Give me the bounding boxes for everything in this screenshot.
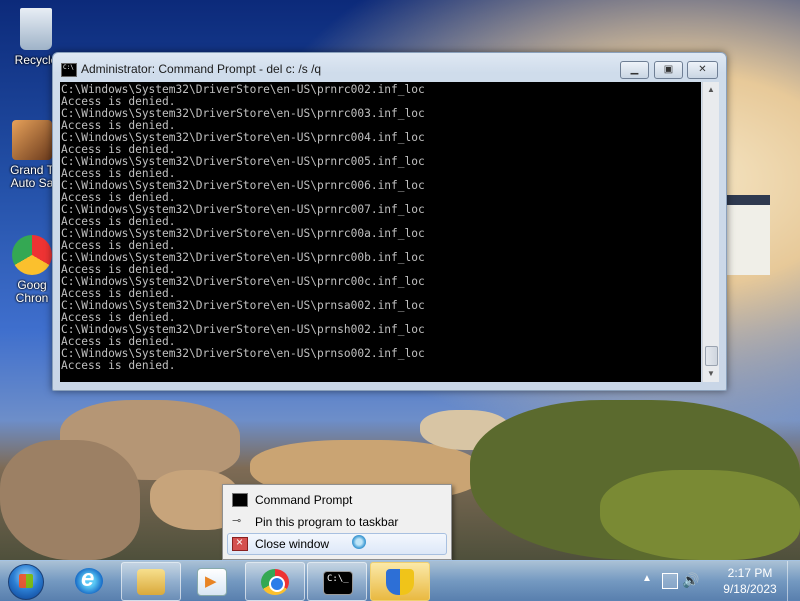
network-icon[interactable] bbox=[662, 573, 678, 589]
clock[interactable]: 2:17 PM 9/18/2023 bbox=[710, 565, 790, 597]
close-button[interactable]: ✕ bbox=[687, 61, 718, 79]
taskbar-chrome[interactable] bbox=[245, 562, 305, 601]
chrome-icon bbox=[261, 569, 289, 595]
folder-icon bbox=[137, 569, 165, 595]
taskbar-internet-explorer[interactable] bbox=[60, 562, 118, 599]
chrome-icon bbox=[12, 235, 52, 275]
taskbar: ▲ 🔊 2:17 PM 9/18/2023 bbox=[0, 560, 800, 601]
jump-list-close-window[interactable]: Close window bbox=[227, 533, 447, 555]
taskbar-security-center[interactable] bbox=[370, 562, 430, 601]
trash-icon bbox=[20, 8, 52, 50]
jump-list-pin[interactable]: ⊸ Pin this program to taskbar bbox=[228, 512, 446, 532]
maximize-button[interactable]: ▣ bbox=[654, 61, 683, 79]
jump-list-label: Close window bbox=[255, 537, 330, 551]
media-player-icon bbox=[197, 568, 227, 596]
taskbar-jump-list: Command Prompt ⊸ Pin this program to tas… bbox=[222, 484, 452, 560]
busy-cursor-icon bbox=[352, 535, 366, 549]
jump-list-label: Pin this program to taskbar bbox=[255, 515, 399, 529]
scroll-thumb[interactable] bbox=[705, 346, 718, 366]
show-desktop-button[interactable] bbox=[787, 561, 800, 601]
cmd-icon bbox=[232, 493, 248, 507]
taskbar-media-player[interactable] bbox=[182, 562, 240, 599]
minimize-icon: ▁ bbox=[630, 64, 639, 75]
clock-date: 9/18/2023 bbox=[723, 582, 777, 596]
pin-icon: ⊸ bbox=[232, 515, 242, 527]
cmd-icon bbox=[61, 63, 77, 77]
internet-explorer-icon bbox=[75, 565, 103, 594]
shield-icon bbox=[386, 569, 414, 595]
command-prompt-window[interactable]: Administrator: Command Prompt - del c: /… bbox=[52, 52, 727, 391]
game-icon bbox=[12, 120, 52, 160]
vertical-scrollbar[interactable]: ▲ ▼ bbox=[702, 82, 719, 382]
cmd-icon bbox=[323, 571, 353, 595]
taskbar-command-prompt[interactable] bbox=[307, 562, 367, 601]
window-title: Administrator: Command Prompt - del c: /… bbox=[81, 62, 322, 76]
jump-list-command-prompt[interactable]: Command Prompt bbox=[228, 490, 446, 510]
minimize-button[interactable]: ▁ bbox=[620, 61, 649, 79]
clock-time: 2:17 PM bbox=[727, 566, 773, 580]
lighthouse-house bbox=[726, 195, 770, 275]
console-text: C:\Windows\System32\DriverStore\en-US\pr… bbox=[61, 83, 425, 372]
taskbar-file-explorer[interactable] bbox=[121, 562, 181, 601]
show-hidden-icons-icon[interactable]: ▲ bbox=[642, 573, 652, 584]
close-window-icon bbox=[232, 535, 248, 551]
volume-icon[interactable]: 🔊 bbox=[682, 572, 699, 589]
scroll-down-arrow-icon[interactable]: ▼ bbox=[703, 366, 719, 382]
console-output[interactable]: C:\Windows\System32\DriverStore\en-US\pr… bbox=[60, 82, 701, 382]
start-button[interactable] bbox=[8, 564, 44, 600]
notification-area: ▲ 🔊 2:17 PM 9/18/2023 bbox=[640, 561, 800, 601]
close-icon: ✕ bbox=[698, 64, 707, 75]
title-bar[interactable]: Administrator: Command Prompt - del c: /… bbox=[53, 53, 726, 83]
restore-icon: ▣ bbox=[663, 64, 674, 75]
scroll-up-arrow-icon[interactable]: ▲ bbox=[703, 82, 719, 98]
jump-list-label: Command Prompt bbox=[255, 493, 353, 507]
